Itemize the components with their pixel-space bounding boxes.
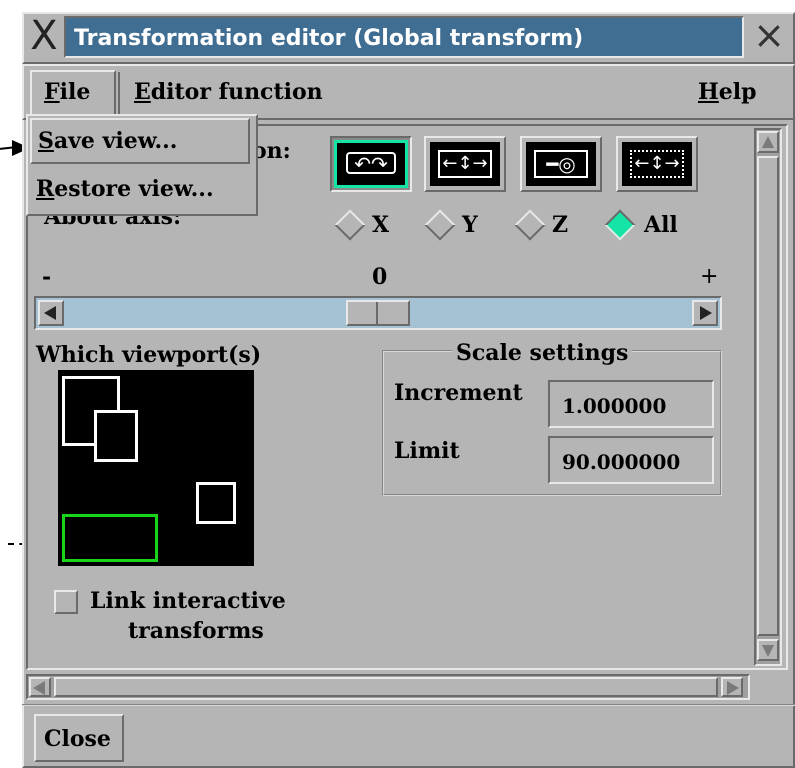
viewport-3[interactable]: [196, 482, 236, 524]
window-menu-icon[interactable]: X: [26, 14, 62, 58]
limit-label: Limit: [394, 438, 460, 464]
menu-editor-function[interactable]: Editor function: [134, 81, 323, 103]
limit-field[interactable]: 90.000000: [548, 436, 714, 484]
close-window-icon[interactable]: ×: [748, 14, 790, 58]
menu-file-label: File: [44, 79, 91, 105]
slider-right-button[interactable]: [692, 300, 718, 326]
slider-mid-label: 0: [372, 264, 388, 290]
axis-all-label[interactable]: All: [644, 214, 678, 236]
window-title: Transformation editor (Global transform): [74, 26, 584, 51]
menu-help[interactable]: Help: [698, 81, 757, 103]
footer-separator: [22, 704, 795, 706]
viewport-4-active[interactable]: [62, 514, 158, 562]
close-button[interactable]: Close: [34, 714, 124, 762]
viewport-2[interactable]: [94, 410, 138, 462]
menu-item-restore-view[interactable]: Restore view...: [36, 178, 214, 200]
link-interactive-checkbox[interactable]: [54, 590, 78, 614]
rotate-icon: ↶↷: [346, 152, 396, 174]
scroll-down-button[interactable]: [757, 639, 779, 661]
menu-separator: [118, 72, 120, 114]
axis-z-label[interactable]: Z: [552, 214, 568, 236]
scroll-right-button[interactable]: [721, 677, 743, 697]
viewports-label: Which viewport(s): [36, 342, 262, 368]
scroll-up-button[interactable]: [757, 131, 779, 153]
arrow-down-icon: [762, 645, 774, 657]
arrow-right-icon: [700, 306, 712, 320]
arrow-right-icon: [727, 681, 739, 695]
link-label-line2[interactable]: transforms: [128, 620, 264, 642]
translate-button[interactable]: ←↕→: [424, 136, 506, 192]
increment-value: 1.000000: [562, 394, 667, 418]
scale-icon: ←↕→: [630, 150, 684, 178]
axis-x-label[interactable]: X: [372, 214, 389, 236]
menu-item-save-view-label: Save view...: [38, 128, 178, 154]
zoom-icon: ━◎: [534, 150, 588, 178]
link-label-line1[interactable]: Link interactive: [90, 590, 286, 612]
scale-button[interactable]: ←↕→: [616, 136, 698, 192]
arrow-left-icon: [44, 306, 56, 320]
zoom-button[interactable]: ━◎: [520, 136, 602, 192]
limit-value: 90.000000: [562, 450, 681, 474]
arrow-left-icon: [33, 681, 45, 695]
increment-label: Increment: [394, 380, 523, 406]
slider-left-button[interactable]: [38, 300, 64, 326]
increment-field[interactable]: 1.000000: [548, 380, 714, 428]
menu-item-save-view[interactable]: Save view...: [30, 118, 250, 164]
rotate-button[interactable]: ↶↷: [330, 136, 412, 192]
axis-y-label[interactable]: Y: [462, 214, 478, 236]
horizontal-scroll-thumb[interactable]: [54, 677, 718, 697]
slider-min-label: -: [42, 264, 52, 290]
scale-settings-title: Scale settings: [452, 342, 633, 364]
scroll-left-button[interactable]: [29, 677, 51, 697]
slider-thumb[interactable]: [346, 300, 410, 326]
translate-icon: ←↕→: [438, 150, 492, 178]
vertical-scroll-thumb[interactable]: [757, 156, 779, 636]
slider-max-label: +: [700, 264, 719, 289]
arrow-up-icon: [762, 136, 774, 148]
close-button-label: Close: [44, 726, 111, 752]
